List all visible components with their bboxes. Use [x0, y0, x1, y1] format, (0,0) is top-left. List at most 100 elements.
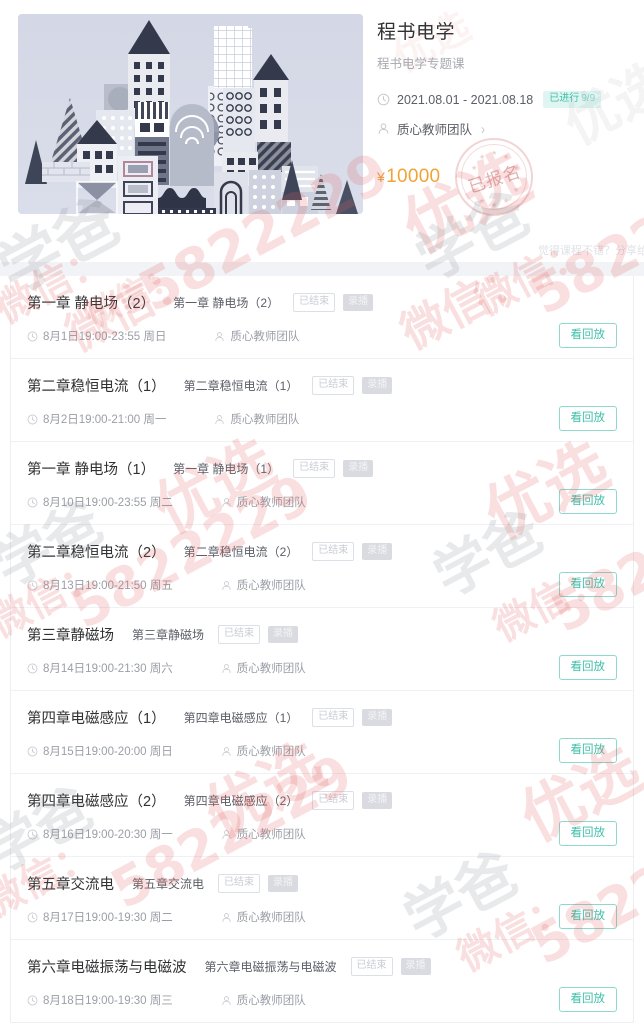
lesson-header: 第四章电磁感应（2） 第四章电磁感应（2） 已结束 录播 [27, 790, 617, 811]
lesson-header: 第五章交流电 第五章交流电 已结束 录播 [27, 873, 617, 894]
course-date-range: 2021.08.01 - 2021.08.18 [397, 92, 534, 107]
watch-replay-button[interactable]: 看回放 [558, 821, 617, 846]
lesson-subtitle: 第三章静磁场 [132, 628, 205, 642]
list-item[interactable]: 第二章稳恒电流（1） 第二章稳恒电流（1） 已结束 录播 8月2日19:00-2… [11, 359, 633, 442]
lesson-title: 第一章 静电场（2） [27, 296, 156, 312]
chevron-right-icon: › [481, 119, 486, 138]
status-badge: 已结束 [312, 376, 355, 395]
lesson-teacher: 质心教师团队 [236, 746, 306, 758]
type-badge: 录播 [268, 626, 299, 643]
lesson-teacher: 质心教师团队 [236, 995, 306, 1007]
type-badge: 录播 [362, 709, 393, 726]
lesson-subtitle: 第六章电磁振荡与电磁波 [204, 960, 337, 974]
type-badge: 录播 [343, 460, 374, 477]
person-icon [214, 414, 225, 425]
type-badge: 录播 [400, 958, 431, 975]
watch-replay-button[interactable]: 看回放 [558, 323, 617, 348]
share-hint: 觉得课程不错？分享给 [538, 245, 644, 257]
clock-icon [27, 580, 38, 591]
watch-replay-button[interactable]: 看回放 [558, 904, 617, 929]
clock-icon [27, 414, 38, 425]
lesson-title: 第二章稳恒电流（1） [27, 379, 166, 395]
list-item[interactable]: 第四章电磁感应（2） 第四章电磁感应（2） 已结束 录播 8月16日19:00-… [11, 774, 633, 857]
lesson-teacher: 质心教师团队 [230, 331, 300, 343]
watch-replay-button[interactable]: 看回放 [558, 572, 617, 597]
lesson-meta: 8月18日19:00-19:30 周三 质心教师团队 [27, 992, 617, 1008]
lesson-meta: 8月1日19:00-23:55 周日 质心教师团队 [27, 328, 617, 344]
lesson-meta: 8月17日19:00-19:30 周二 质心教师团队 [27, 909, 617, 925]
lesson-title: 第二章稳恒电流（2） [27, 545, 166, 561]
status-badge: 已结束 [293, 293, 336, 312]
watch-replay-button[interactable]: 看回放 [558, 406, 617, 431]
lesson-subtitle: 第一章 静电场（2） [173, 296, 280, 310]
person-icon [221, 912, 232, 923]
lesson-header: 第六章电磁振荡与电磁波 第六章电磁振荡与电磁波 已结束 录播 [27, 956, 617, 977]
list-item[interactable]: 第一章 静电场（2） 第一章 静电场（2） 已结束 录播 8月1日19:00-2… [11, 276, 633, 359]
lesson-subtitle: 第四章电磁感应（1） [183, 711, 299, 725]
lesson-datetime: 8月13日19:00-21:50 周五 [43, 580, 173, 592]
lesson-meta: 8月16日19:00-20:30 周一 质心教师团队 [27, 826, 617, 842]
person-icon [221, 995, 232, 1006]
price-value: 10000 [386, 166, 441, 187]
lesson-teacher-group: 质心教师团队 [221, 577, 306, 593]
course-detail-page: 程书电学 程书电学专题课 2021.08.01 - 2021.08.18 已进行… [0, 0, 644, 1024]
lesson-header: 第二章稳恒电流（1） 第二章稳恒电流（1） 已结束 录播 [27, 375, 617, 396]
lesson-teacher-group: 质心教师团队 [221, 660, 306, 676]
type-badge: 录播 [362, 792, 393, 809]
lesson-datetime: 8月14日19:00-21:30 周六 [43, 663, 173, 675]
city-illustration [18, 14, 363, 214]
lesson-teacher-group: 质心教师团队 [221, 494, 306, 510]
lesson-title: 第一章 静电场（1） [27, 462, 156, 478]
lesson-subtitle: 第二章稳恒电流（2） [183, 545, 299, 559]
list-item[interactable]: 第一章 静电场（1） 第一章 静电场（1） 已结束 录播 8月10日19:00-… [11, 442, 633, 525]
type-badge: 录播 [343, 294, 374, 311]
progress-badge: 已进行 9/9 [543, 91, 602, 108]
list-item[interactable]: 第五章交流电 第五章交流电 已结束 录播 8月17日19:00-19:30 周二… [11, 857, 633, 940]
lesson-subtitle: 第二章稳恒电流（1） [183, 379, 299, 393]
status-badge: 已结束 [218, 625, 261, 644]
type-badge: 录播 [268, 875, 299, 892]
lesson-datetime: 8月17日19:00-19:30 周二 [43, 912, 173, 924]
course-date-row: 2021.08.01 - 2021.08.18 已进行 9/9 [377, 91, 644, 108]
lesson-header: 第四章电磁感应（1） 第四章电磁感应（1） 已结束 录播 [27, 707, 617, 728]
lesson-meta: 8月13日19:00-21:50 周五 质心教师团队 [27, 577, 617, 593]
list-item[interactable]: 第四章电磁感应（1） 第四章电磁感应（1） 已结束 录播 8月15日19:00-… [11, 691, 633, 774]
lesson-subtitle: 第一章 静电场（1） [173, 462, 280, 476]
enrolled-stamp: ★ ★ ★ ★ ★ ★ ★ ★ ★ ★ 已报名 [455, 138, 533, 216]
lesson-meta: 8月15日19:00-20:00 周日 质心教师团队 [27, 743, 617, 759]
course-cover-image [18, 14, 363, 214]
list-item[interactable]: 第三章静磁场 第三章静磁场 已结束 录播 8月14日19:00-21:30 周六… [11, 608, 633, 691]
section-divider [0, 262, 644, 276]
course-info: 程书电学 程书电学专题课 2021.08.01 - 2021.08.18 已进行… [363, 14, 644, 262]
clock-icon [27, 995, 38, 1006]
watch-replay-button[interactable]: 看回放 [558, 738, 617, 763]
status-badge: 已结束 [312, 708, 355, 727]
status-badge: 已结束 [350, 957, 393, 976]
course-hero: 程书电学 程书电学专题课 2021.08.01 - 2021.08.18 已进行… [0, 0, 644, 262]
lesson-title: 第六章电磁振荡与电磁波 [27, 960, 187, 976]
type-badge: 录播 [362, 377, 393, 394]
list-item[interactable]: 第二章稳恒电流（2） 第二章稳恒电流（2） 已结束 录播 8月13日19:00-… [11, 525, 633, 608]
lesson-title: 第四章电磁感应（1） [27, 711, 166, 727]
lesson-datetime: 8月18日19:00-19:30 周三 [43, 995, 173, 1007]
list-item[interactable]: 第六章电磁振荡与电磁波 第六章电磁振荡与电磁波 已结束 录播 8月18日19:0… [11, 940, 633, 1022]
lesson-title: 第三章静磁场 [27, 628, 114, 644]
lesson-meta: 8月14日19:00-21:30 周六 质心教师团队 [27, 660, 617, 676]
person-icon [214, 331, 225, 342]
person-icon [221, 663, 232, 674]
person-icon [221, 829, 232, 840]
clock-icon [27, 663, 38, 674]
lesson-teacher-group: 质心教师团队 [221, 826, 306, 842]
status-badge: 已结束 [218, 874, 261, 893]
lesson-teacher-group: 质心教师团队 [221, 992, 306, 1008]
price-row: ¥10000 ★ ★ ★ ★ ★ ★ ★ ★ ★ ★ 已报名 [377, 138, 533, 216]
course-subtitle: 程书电学专题课 [377, 57, 465, 71]
watch-replay-button[interactable]: 看回放 [558, 987, 617, 1012]
lesson-datetime: 8月16日19:00-20:30 周一 [43, 829, 173, 841]
watch-replay-button[interactable]: 看回放 [558, 489, 617, 514]
lesson-datetime: 8月10日19:00-23:55 周二 [43, 497, 173, 509]
lesson-header: 第一章 静电场（1） 第一章 静电场（1） 已结束 录播 [27, 458, 617, 479]
watch-replay-button[interactable]: 看回放 [558, 655, 617, 680]
lesson-datetime: 8月15日19:00-20:00 周日 [43, 746, 173, 758]
lesson-datetime: 8月1日19:00-23:55 周日 [43, 331, 167, 343]
